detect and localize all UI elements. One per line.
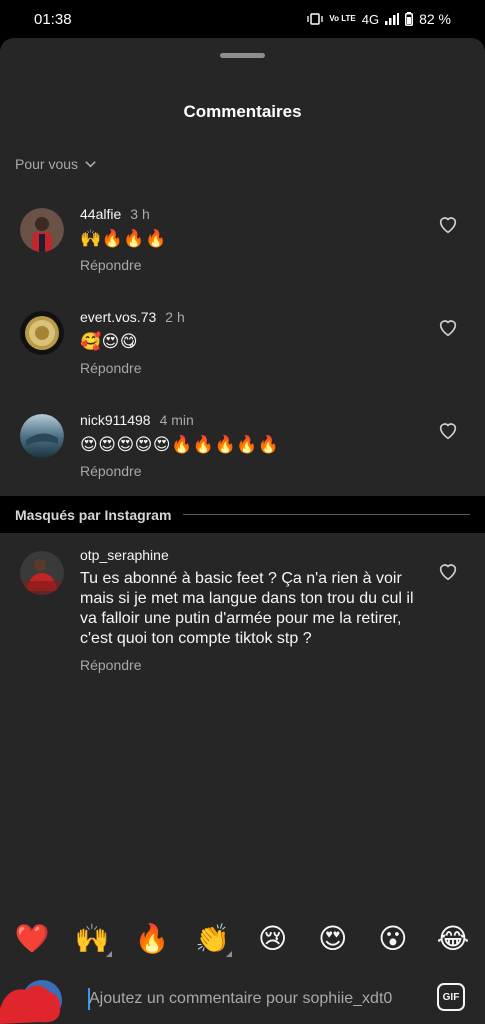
comment-input[interactable]: Ajoutez un commentaire pour sophiie_xdt0 — [89, 990, 419, 1008]
hidden-comments-divider: Masqués par Instagram — [0, 496, 485, 533]
comment-username[interactable]: otp_seraphine — [80, 547, 169, 563]
status-icons: Vo LTE 4G 82 % — [307, 11, 451, 27]
battery-icon — [405, 12, 414, 26]
sheet-title: Commentaires — [183, 102, 302, 121]
chevron-down-icon — [85, 160, 96, 168]
reply-button[interactable]: Répondre — [80, 657, 420, 673]
gif-button[interactable]: GIF — [437, 983, 465, 1011]
my-avatar — [0, 978, 66, 1024]
reply-button[interactable]: Répondre — [80, 360, 420, 376]
reaction-surprised[interactable]: 😮 — [375, 922, 411, 955]
avatar[interactable] — [20, 414, 64, 458]
filter-label: Pour vous — [15, 156, 79, 172]
reaction-fire[interactable]: 🔥 — [134, 922, 170, 955]
reaction-heart-eyes[interactable]: 😍 — [315, 922, 351, 955]
comment-body: otp_seraphine Tu es abonné à basic feet … — [80, 547, 420, 673]
like-heart-icon[interactable] — [437, 419, 459, 441]
hidden-comments-label: Masqués par Instagram — [15, 506, 172, 523]
avatar[interactable] — [20, 551, 64, 595]
reaction-raising-hands-glyph: 🙌 — [74, 921, 110, 955]
comment-text: Tu es abonné à basic feet ? Ça n'a rien … — [80, 570, 414, 647]
signal-icon — [385, 13, 400, 25]
comment-text: 😍😍😍😍😍🔥🔥🔥🔥🔥 — [80, 435, 280, 454]
status-time: 01:38 — [34, 10, 72, 28]
comment-body: 44alfie 3 h 🙌🔥🔥🔥 Répondre — [80, 206, 420, 273]
comment-text: 🙌🔥🔥🔥 — [80, 229, 167, 248]
comment-text: 🥰😍😋 — [80, 332, 139, 351]
comment-time: 3 h — [130, 206, 150, 222]
comments-sheet: Commentaires Pour vous 44alfie 3 h 🙌🔥🔥🔥 … — [0, 38, 485, 1024]
reply-button[interactable]: Répondre — [80, 463, 420, 479]
vibrate-icon — [307, 13, 324, 25]
comment-time: 2 h — [165, 309, 185, 325]
reaction-heart[interactable]: ❤️ — [14, 922, 50, 955]
reaction-clapping-glyph: 👏 — [194, 921, 230, 955]
skin-tone-indicator-icon — [106, 950, 113, 957]
skin-tone-indicator-icon — [226, 950, 233, 957]
comment-body: nick911498 4 min 😍😍😍😍😍🔥🔥🔥🔥🔥 Répondre — [80, 412, 420, 479]
volte-label: Vo LTE — [329, 14, 356, 23]
battery-level: 82 % — [419, 11, 451, 27]
sort-filter-dropdown[interactable]: Pour vous — [15, 156, 97, 172]
like-heart-icon[interactable] — [437, 316, 459, 338]
comment-composer: Ajoutez un commentaire pour sophiie_xdt0… — [0, 978, 485, 1024]
status-bar: 01:38 Vo LTE 4G 82 % — [0, 0, 485, 38]
comment-username[interactable]: evert.vos.73 — [80, 309, 156, 325]
reply-button[interactable]: Répondre — [80, 257, 420, 273]
reaction-crying[interactable]: 😢 — [255, 922, 291, 955]
network-label: 4G — [361, 11, 380, 27]
comment-username[interactable]: 44alfie — [80, 206, 121, 222]
like-heart-icon[interactable] — [437, 560, 459, 582]
divider-line — [183, 514, 470, 515]
like-heart-icon[interactable] — [437, 213, 459, 235]
comment-time: 4 min — [159, 412, 194, 428]
drag-handle[interactable] — [220, 53, 265, 58]
reaction-raising-hands[interactable]: 🙌 — [74, 921, 113, 957]
comment-username[interactable]: nick911498 — [80, 412, 151, 428]
avatar[interactable] — [20, 311, 64, 355]
quick-reactions-bar: ❤️ 🙌 🔥 👏 😢 😍 😮 😂 — [0, 918, 485, 958]
reaction-clapping[interactable]: 👏 — [194, 921, 233, 957]
reaction-laughing[interactable]: 😂 — [435, 922, 471, 955]
avatar[interactable] — [20, 208, 64, 252]
comment-body: evert.vos.73 2 h 🥰😍😋 Répondre — [80, 309, 420, 376]
